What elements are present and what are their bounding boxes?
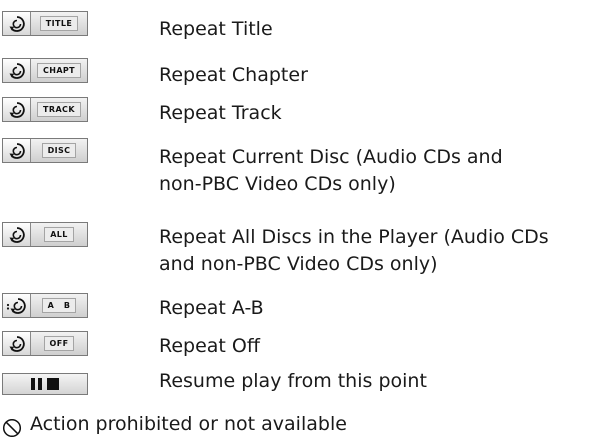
osd-tag-track: TRACK bbox=[37, 102, 81, 117]
description-repeat-chapter: Repeat Chapter bbox=[159, 64, 308, 86]
description-repeat-title: Repeat Title bbox=[159, 18, 273, 40]
osd-symbol-legend: TITLE Repeat Title CHAPT Repeat Chapter … bbox=[0, 0, 615, 443]
prohibited-icon bbox=[2, 418, 22, 438]
pause-stop-icon bbox=[2, 373, 88, 395]
osd-tag-all: ALL bbox=[44, 227, 74, 242]
repeat-ab-icon bbox=[3, 294, 31, 317]
osd-tag-chapter: CHAPT bbox=[36, 63, 82, 78]
repeat-chapter-osd-icon: CHAPT bbox=[2, 58, 88, 83]
description-repeat-off: Repeat Off bbox=[159, 335, 260, 357]
repeat-icon bbox=[3, 332, 31, 355]
osd-tag-off: OFF bbox=[43, 336, 75, 351]
osd-tag-title: TITLE bbox=[39, 16, 79, 31]
osd-tag-disc: DISC bbox=[41, 143, 77, 158]
repeat-disc-osd-icon: DISC bbox=[2, 138, 88, 163]
repeat-all-osd-icon: ALL bbox=[2, 222, 88, 247]
repeat-icon bbox=[3, 139, 31, 162]
repeat-track-osd-icon: TRACK bbox=[2, 97, 88, 122]
osd-tag-a-b: A B bbox=[41, 298, 77, 313]
description-repeat-all-discs: Repeat All Discs in the Player (Audio CD… bbox=[159, 226, 549, 275]
repeat-a-b-osd-icon: A B bbox=[2, 293, 88, 318]
repeat-icon bbox=[3, 12, 31, 35]
description-resume-play: Resume play from this point bbox=[159, 370, 427, 392]
description-repeat-track: Repeat Track bbox=[159, 102, 282, 124]
repeat-icon bbox=[3, 223, 31, 246]
description-action-prohibited: Action prohibited or not available bbox=[30, 413, 347, 435]
description-repeat-a-b: Repeat A-B bbox=[159, 297, 264, 319]
description-repeat-current-disc: Repeat Current Disc (Audio CDs and non-P… bbox=[159, 146, 503, 195]
repeat-off-osd-icon: OFF bbox=[2, 331, 88, 356]
repeat-icon bbox=[3, 59, 31, 82]
repeat-icon bbox=[3, 98, 31, 121]
repeat-title-osd-icon: TITLE bbox=[2, 11, 88, 36]
